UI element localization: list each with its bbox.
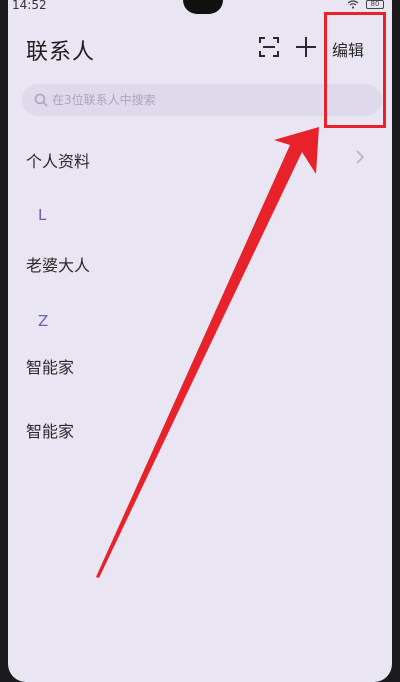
status-time: 14:52 — [12, 0, 47, 12]
wifi-icon — [347, 0, 359, 9]
profile-row[interactable]: 个人资料 — [8, 136, 392, 178]
section-letter-z: Z — [38, 312, 49, 330]
profile-label: 个人资料 — [26, 152, 91, 171]
scan-icon[interactable] — [258, 36, 280, 58]
phone-screen: 14:52 80 联系人 编辑 个人资料 — [8, 0, 392, 682]
chevron-right-icon — [356, 150, 365, 164]
add-icon[interactable] — [294, 35, 318, 59]
search-icon — [34, 93, 48, 107]
contact-item[interactable]: 智能家 — [26, 418, 74, 442]
status-indicators: 80 — [347, 0, 384, 10]
annotation-highlight-box — [324, 12, 386, 128]
contact-item[interactable]: 智能家 — [26, 354, 74, 378]
contact-item[interactable]: 老婆大人 — [26, 252, 90, 276]
page-title: 联系人 — [26, 40, 96, 65]
section-letter-l: L — [38, 206, 47, 224]
search-input[interactable] — [52, 84, 362, 116]
battery-icon: 80 — [366, 0, 384, 9]
